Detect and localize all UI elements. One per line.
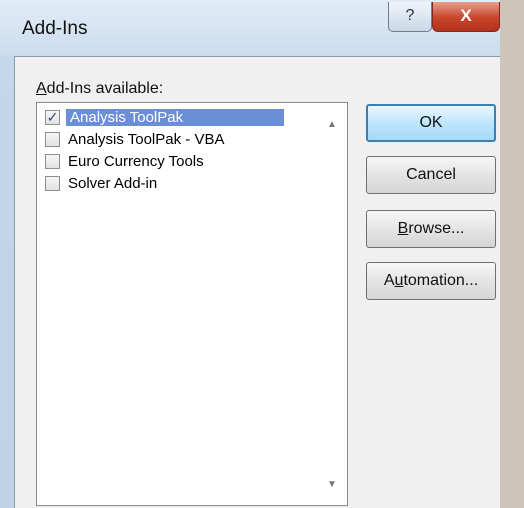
label-mnemonic: A <box>36 80 47 97</box>
list-item-analysis-toolpak[interactable]: ✓ Analysis ToolPak <box>41 107 325 129</box>
browse-mnemonic: B <box>397 220 409 237</box>
list-item-label: Analysis ToolPak - VBA <box>68 131 225 148</box>
title-bar: Add-Ins ? X <box>0 0 500 56</box>
list-item-analysis-toolpak-vba[interactable]: Analysis ToolPak - VBA <box>41 129 325 151</box>
scroll-up-icon[interactable]: ▲ <box>325 119 339 133</box>
automation-label: tomation... <box>403 272 479 289</box>
checkbox-euro-currency-tools[interactable] <box>45 154 60 169</box>
label-text: dd-Ins available: <box>46 80 164 97</box>
add-ins-listbox[interactable]: ✓ Analysis ToolPak Analysis ToolPak - VB… <box>36 102 348 506</box>
browse-label: rowse... <box>408 220 465 237</box>
list-item-label: Analysis ToolPak <box>66 109 284 126</box>
list-item-label: Solver Add-in <box>68 175 158 192</box>
automation-prefix: A <box>383 272 395 289</box>
scroll-down-icon[interactable]: ▼ <box>325 479 339 493</box>
browse-button[interactable]: Browse... <box>366 210 496 248</box>
add-ins-available-label: Add-Ins available: <box>36 80 163 98</box>
cancel-button[interactable]: Cancel <box>366 156 496 194</box>
automation-button[interactable]: Automation... <box>366 262 496 300</box>
ok-button[interactable]: OK <box>366 104 496 142</box>
list-item-euro-currency-tools[interactable]: Euro Currency Tools <box>41 151 325 173</box>
help-button[interactable]: ? <box>388 2 432 32</box>
checkbox-solver-add-in[interactable] <box>45 176 60 191</box>
list-item-solver-add-in[interactable]: Solver Add-in <box>41 173 325 195</box>
dialog-title: Add-Ins <box>22 18 88 39</box>
checkbox-analysis-toolpak[interactable]: ✓ <box>45 110 60 125</box>
checkbox-analysis-toolpak-vba[interactable] <box>45 132 60 147</box>
background-strip <box>500 0 524 508</box>
close-button[interactable]: X <box>432 2 500 32</box>
list-item-label: Euro Currency Tools <box>68 153 204 170</box>
check-icon: ✓ <box>46 109 59 125</box>
